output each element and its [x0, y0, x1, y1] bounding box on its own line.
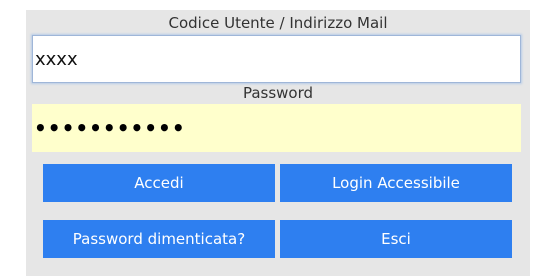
login-accessibile-button[interactable]: Login Accessibile	[280, 164, 512, 202]
esci-button[interactable]: Esci	[280, 220, 512, 258]
password-input[interactable]	[32, 104, 521, 152]
user-code-input[interactable]	[32, 35, 521, 83]
password-label: Password	[242, 84, 314, 102]
password-dimenticata-button[interactable]: Password dimenticata?	[43, 220, 275, 258]
accedi-button[interactable]: Accedi	[43, 164, 275, 202]
user-code-label: Codice Utente / Indirizzo Mail	[168, 14, 388, 32]
